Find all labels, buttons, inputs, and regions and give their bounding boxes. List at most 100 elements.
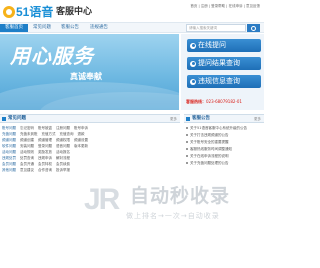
banner-pager[interactable]	[40, 104, 56, 110]
banner-headline: 用心服务	[10, 46, 94, 68]
hotline-label: 客服热线：	[186, 99, 206, 104]
faq-link[interactable]: 会员续费	[56, 162, 70, 166]
faq-link[interactable]: 充值未到账	[20, 132, 38, 136]
quick-service-panel: 在线提问 提问结果查询 违规信息查询 客服热线：023-68079182-01	[181, 34, 264, 110]
notice-item-text: 关于打击违规频道的公告	[190, 133, 229, 137]
faq-row: 软件问题 安装问题 登录问题 语音问题 版本更新	[2, 144, 92, 149]
faq-row: 账号问题 忘记密码 账号被盗 注册问题 账号申诉	[2, 126, 92, 131]
faq-link[interactable]: 频道权限	[56, 138, 70, 142]
notice-item-text: 客服热线服务时间调整通知	[190, 147, 232, 151]
faq-link[interactable]: 充值方式	[42, 132, 56, 136]
faq-row: 充值问题 充值未到账 充值方式 充值查询 退款	[2, 132, 89, 137]
faq-link[interactable]: 语音问题	[56, 144, 70, 148]
watermark-subtitle: 做上排名→一次→自动收录	[126, 212, 220, 220]
faq-link[interactable]: 充值查询	[60, 132, 74, 136]
notice-item-text: 关于充值问题处理的公告	[190, 161, 229, 165]
list-icon	[186, 117, 190, 121]
notice-title: 客服公告	[192, 116, 210, 121]
banner-slogan: 真诚奉献	[70, 72, 102, 81]
notice-item[interactable]: 关于充值问题处理的公告	[186, 161, 262, 166]
logo-brand: 51语音	[16, 5, 54, 19]
faq-category[interactable]: 账号问题	[2, 126, 20, 131]
ask-online-button[interactable]: 在线提问	[187, 39, 261, 52]
faq-link[interactable]: 频道创建	[20, 138, 34, 142]
notice-more-link[interactable]: 更多	[254, 115, 261, 123]
header: 51语音 客服中心 首页 | 注册 | 登录帮助 | 在线申诉 | 意见反馈	[0, 0, 264, 22]
notice-item[interactable]: 关于账号安全的重要提醒	[186, 140, 262, 145]
faq-link[interactable]: 频道设置	[74, 138, 88, 142]
notice-header: 客服公告 更多	[184, 114, 264, 123]
faq-link[interactable]: 解封流程	[56, 156, 70, 160]
faq-link[interactable]: 投诉举报	[56, 168, 70, 172]
faq-link[interactable]: 忘记密码	[20, 126, 34, 130]
tab-home[interactable]: 客服首页	[0, 24, 28, 32]
faq-link[interactable]: 违规申诉	[38, 156, 52, 160]
violation-query-button[interactable]: 违规信息查询	[187, 75, 261, 88]
faq-link[interactable]: 会员开通	[20, 162, 34, 166]
top-links[interactable]: 首页 | 注册 | 登录帮助 | 在线申诉 | 意见反馈	[190, 4, 260, 9]
faq-row: 其他问题 意见建议 合作咨询 投诉举报	[2, 168, 74, 173]
faq-header: 常见问题 更多	[0, 114, 180, 123]
faq-link[interactable]: 奖励发放	[38, 150, 52, 154]
faq-link[interactable]: 账号被盗	[38, 126, 52, 130]
faq-link[interactable]: 活动规则	[20, 150, 34, 154]
faq-link[interactable]: 频道管理	[38, 138, 52, 142]
notice-item[interactable]: 关于51语音客服中心系统升级的公告	[186, 126, 262, 131]
notice-item-text: 关于51语音客服中心系统升级的公告	[190, 126, 247, 130]
faq-link[interactable]: 退款	[78, 132, 85, 136]
tab-violation[interactable]: 违规通告	[84, 24, 114, 32]
info-icon	[190, 78, 196, 85]
tab-notice[interactable]: 客服公告	[56, 24, 84, 32]
site-logo[interactable]: 51语音 客服中心	[3, 5, 95, 19]
faq-category[interactable]: 频道问题	[2, 138, 20, 143]
faq-category[interactable]: 充值问题	[2, 132, 20, 137]
faq-category[interactable]: 违规处罚	[2, 156, 20, 161]
notice-item-text: 关于在线申诉流程的说明	[190, 154, 229, 158]
bullet-icon	[186, 155, 188, 157]
faq-category[interactable]: 软件问题	[2, 144, 20, 149]
logo-subtitle: 客服中心	[56, 7, 93, 17]
faq-row: 会员问题 会员开通 会员特权 会员续费	[2, 162, 74, 167]
bullet-icon	[186, 134, 188, 136]
list-icon	[2, 117, 6, 121]
bullet-icon	[186, 148, 188, 150]
faq-link[interactable]: 安装问题	[20, 144, 34, 148]
notice-item[interactable]: 关于打击违规频道的公告	[186, 133, 262, 138]
question-icon	[190, 42, 196, 49]
bullet-icon	[186, 162, 188, 164]
faq-category[interactable]: 会员问题	[2, 162, 20, 167]
hotline-number: 023-68079182-01	[206, 99, 242, 104]
watermark-logo: JR	[84, 183, 120, 216]
faq-link[interactable]: 活动报名	[56, 150, 70, 154]
notice-item-text: 关于账号安全的重要提醒	[190, 140, 229, 144]
faq-link[interactable]: 账号申诉	[74, 126, 88, 130]
faq-category[interactable]: 活动问题	[2, 150, 20, 155]
bullet-icon	[186, 127, 188, 129]
notice-item[interactable]: 客服热线服务时间调整通知	[186, 147, 262, 152]
hero-banner: 用心服务 真诚奉献	[0, 34, 179, 110]
notice-panel: 客服公告 更多 关于51语音客服中心系统升级的公告 关于打击违规频道的公告 关于账号…	[184, 114, 264, 174]
faq-link[interactable]: 处罚查询	[20, 156, 34, 160]
faq-link[interactable]: 登录问题	[38, 144, 52, 148]
violation-query-label: 违规信息查询	[198, 77, 240, 85]
faq-link[interactable]: 意见建议	[20, 168, 34, 172]
search-input[interactable]: 请输入搜索关键词	[186, 24, 246, 32]
query-result-button[interactable]: 提问结果查询	[187, 57, 261, 70]
faq-link[interactable]: 合作咨询	[38, 168, 52, 172]
faq-link[interactable]: 会员特权	[38, 162, 52, 166]
faq-link[interactable]: 版本更新	[74, 144, 88, 148]
faq-link[interactable]: 注册问题	[56, 126, 70, 130]
search-button[interactable]	[247, 24, 260, 32]
tab-faq[interactable]: 常见问题	[28, 24, 56, 32]
faq-more-link[interactable]: 更多	[170, 115, 177, 123]
main-nav: 客服首页 常见问题 客服公告 违规通告 请输入搜索关键词	[0, 22, 264, 33]
faq-row: 违规处罚 处罚查询 违规申诉 解封流程	[2, 156, 74, 161]
faq-category[interactable]: 其他问题	[2, 168, 20, 173]
notice-item[interactable]: 关于在线申诉流程的说明	[186, 154, 262, 159]
watermark: JR 自动秒收录 做上排名→一次→自动收录	[84, 179, 264, 239]
query-result-label: 提问结果查询	[198, 59, 240, 67]
bullet-icon	[186, 141, 188, 143]
search-icon	[190, 60, 196, 67]
hotline: 客服热线：023-68079182-01	[186, 99, 242, 105]
faq-row: 活动问题 活动规则 奖励发放 活动报名	[2, 150, 74, 155]
